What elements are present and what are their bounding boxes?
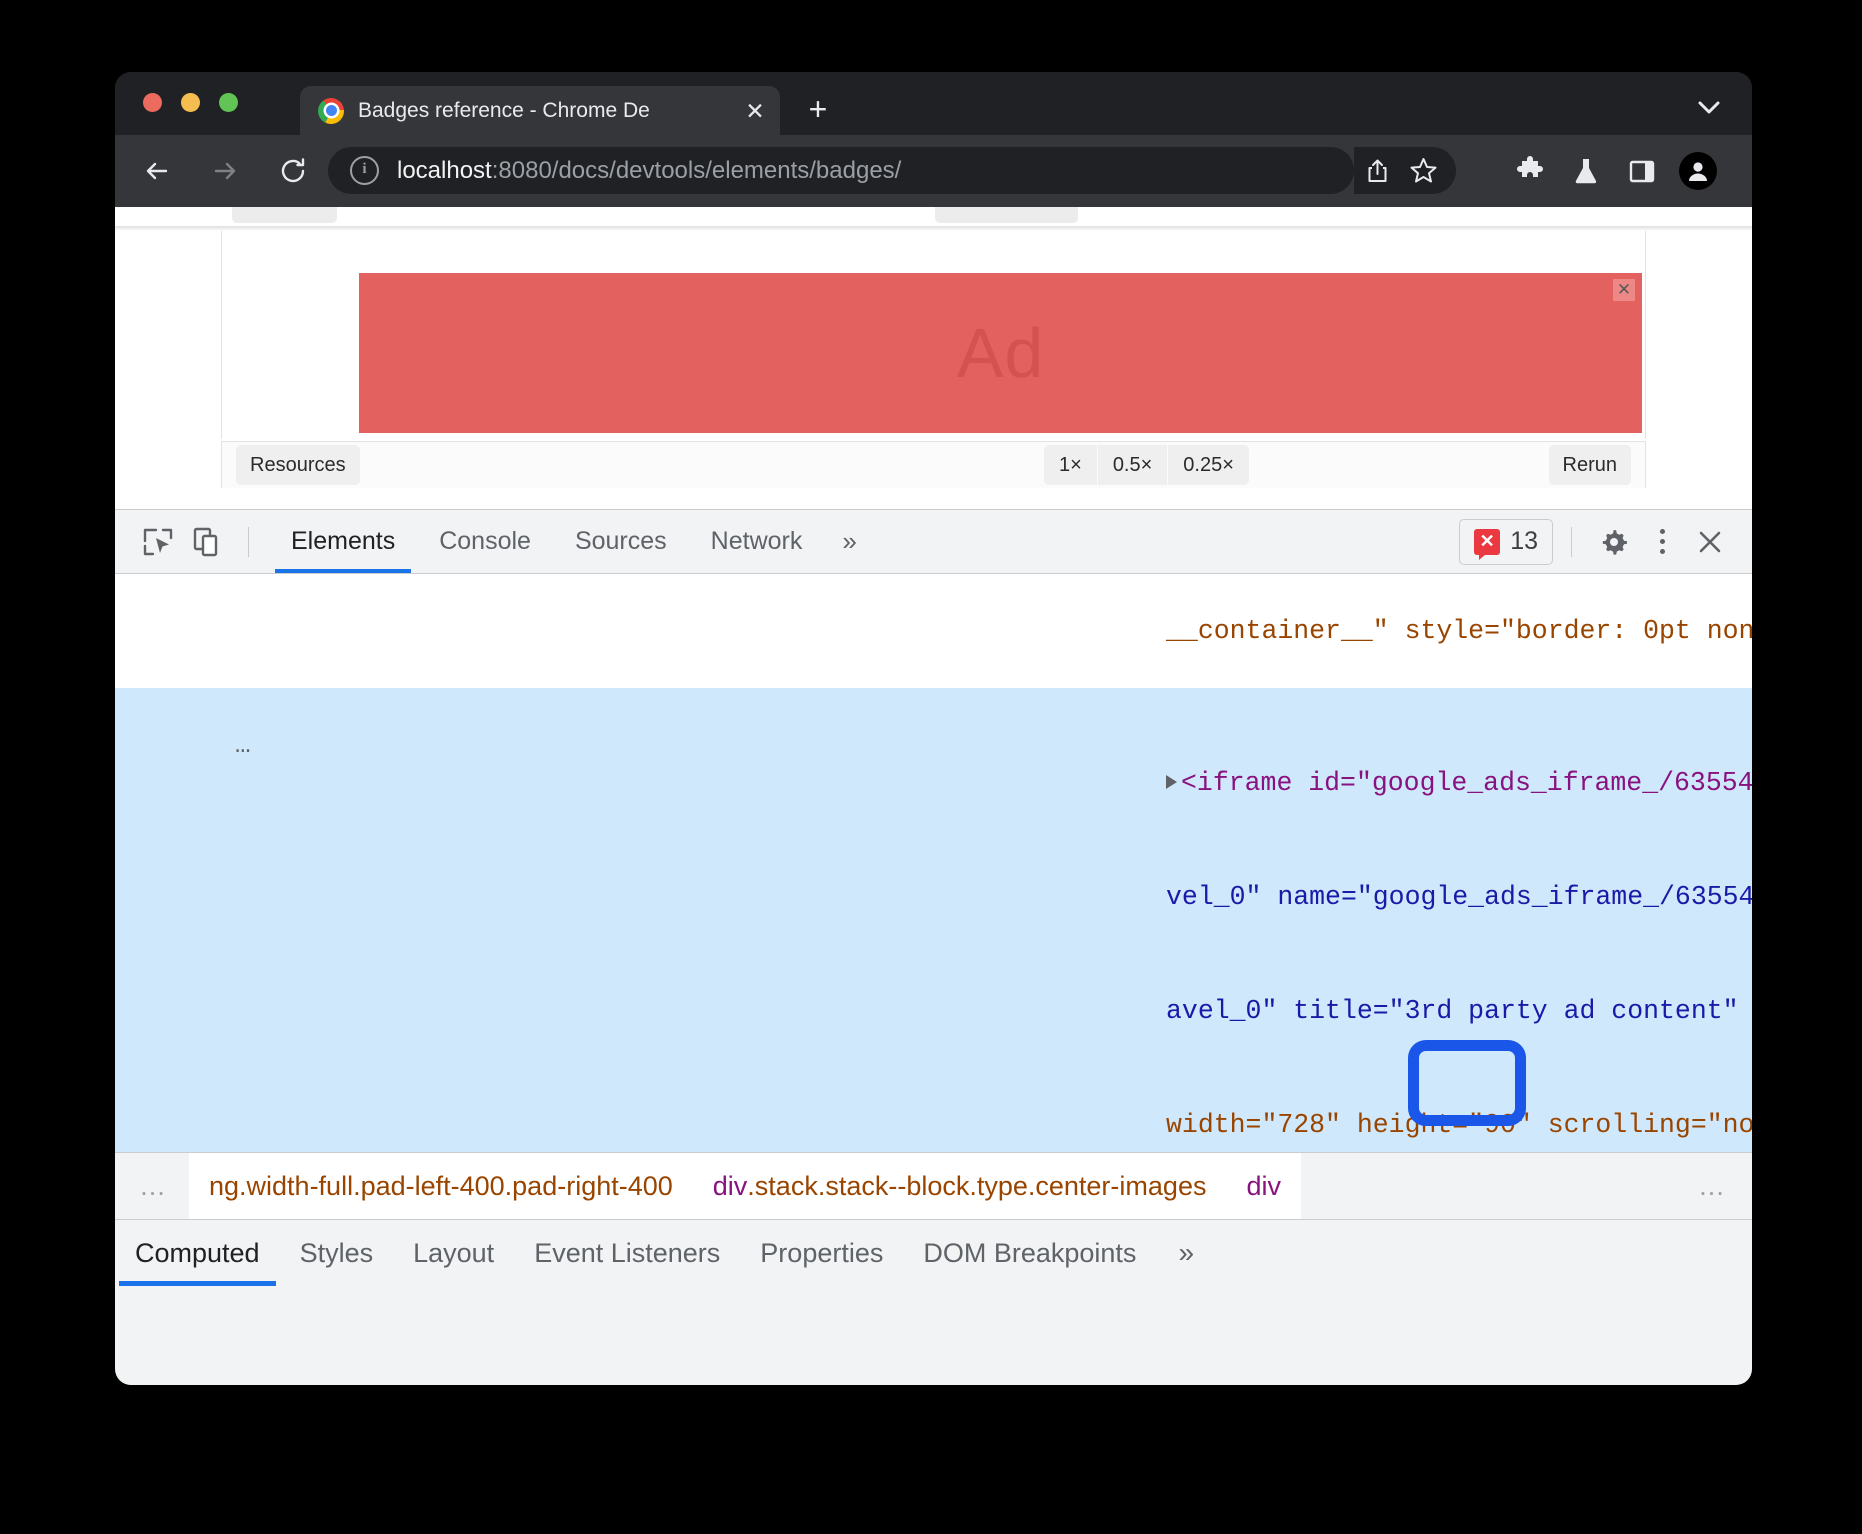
rerun-button[interactable]: Rerun [1549,445,1631,485]
sidebar-pane-tabs: Computed Styles Layout Event Listeners P… [115,1219,1752,1286]
page-viewport: Ad ✕ Resources 1× 0.5× 0.25× Rerun [115,207,1752,509]
dom-line[interactable]: __container__" style="border: 0pt none;"… [115,574,1752,688]
toolbar-divider-2 [1571,527,1572,557]
url-host: localhost [397,157,492,184]
window-traffic-lights [143,93,238,112]
reload-icon[interactable] [271,149,315,193]
dom-text: avel_0" title="3rd party ad content" [1166,996,1739,1026]
page-content-frame: Ad ✕ [221,231,1646,439]
tab-console[interactable]: Console [417,510,553,573]
viewport-top-strip [115,207,1752,227]
breadcrumb: … ng.width-full.pad-left-400.pad-right-4… [115,1152,1752,1219]
dom-line[interactable]: width="728" height="90" scrolling="no" [115,1068,1752,1152]
dom-tree[interactable]: __container__" style="border: 0pt none;"… [115,574,1752,1152]
dom-text: __container__" style="border: 0pt none;"… [1166,616,1752,646]
close-tab-icon[interactable]: ✕ [742,98,768,124]
kebab-dots-devtools [1660,529,1665,554]
gear-icon[interactable] [1590,518,1638,566]
error-count: 13 [1510,527,1538,556]
page-chip-middle [935,207,1078,223]
resources-button[interactable]: Resources [236,445,360,485]
dom-line[interactable]: vel_0" name="google_ads_iframe_/6355419/… [115,840,1752,954]
tab-styles[interactable]: Styles [280,1220,394,1286]
close-window-button[interactable] [143,93,162,112]
breadcrumb-item-0[interactable]: ng.width-full.pad-left-400.pad-right-400 [189,1153,693,1219]
forward-arrow-icon[interactable] [203,149,247,193]
url-path: :8080/docs/devtools/elements/badges/ [492,157,902,184]
chrome-browser-window: Badges reference - Chrome De ✕ + [115,72,1752,1385]
zoom-level-group: 1× 0.5× 0.25× [1044,445,1249,485]
tab-event-listeners[interactable]: Event Listeners [514,1220,740,1286]
inspect-element-icon[interactable] [134,518,182,566]
tab-computed[interactable]: Computed [115,1220,280,1286]
url-text: localhost:8080/docs/devtools/elements/ba… [397,157,901,185]
toolbar-divider [248,527,249,557]
tab-dom-breakpoints[interactable]: DOM Breakpoints [903,1220,1156,1286]
zoom-0.25x-button[interactable]: 0.25× [1168,445,1249,485]
breadcrumb-overflow-left[interactable]: … [115,1171,189,1202]
zoom-1x-button[interactable]: 1× [1044,445,1098,485]
bookmark-star-icon[interactable] [1400,148,1446,194]
dom-line-selected[interactable]: … <iframe id="google_ads_iframe_/6355419… [115,688,1752,840]
tab-title: Badges reference - Chrome De [358,99,742,123]
kebab-dots [1752,158,1753,183]
screenshot-root: Badges reference - Chrome De ✕ + [0,0,1862,1534]
breadcrumb-item-2[interactable]: div [1226,1153,1301,1219]
breadcrumb-item-1[interactable]: div.stack.stack--block.type.center-image… [693,1153,1227,1219]
browser-tab[interactable]: Badges reference - Chrome De ✕ [300,86,780,135]
devtools-menu-icon[interactable] [1638,518,1686,566]
more-panes-icon[interactable]: » [1156,1220,1216,1286]
profile-avatar-icon[interactable] [1673,147,1723,194]
minimize-window-button[interactable] [181,93,200,112]
dom-text: width="728" height="90" scrolling="no" [1166,1110,1752,1140]
breadcrumb-overflow-right[interactable]: … [1674,1171,1752,1202]
tab-sources[interactable]: Sources [553,510,689,573]
ad-banner[interactable]: Ad ✕ [359,273,1642,433]
chevron-down-icon[interactable] [1692,92,1726,122]
devtools-toolbar-right: ✕ 13 [1459,518,1752,566]
three-dot-menu-icon[interactable] [1729,147,1752,194]
tab-properties[interactable]: Properties [740,1220,903,1286]
ad-banner-label: Ad [957,313,1045,393]
close-icon[interactable] [1686,518,1734,566]
address-bar[interactable]: i localhost:8080/docs/devtools/elements/… [328,147,1354,194]
share-icon[interactable] [1354,148,1400,194]
labs-flask-icon[interactable] [1561,147,1611,194]
dom-line[interactable]: avel_0" title="3rd party ad content" [115,954,1752,1068]
avatar [1679,152,1717,190]
collapsed-siblings-button[interactable]: … [235,726,254,764]
page-chip-left [232,207,337,223]
error-count-badge[interactable]: ✕ 13 [1459,519,1553,565]
tab-elements[interactable]: Elements [269,510,417,573]
zoom-0.5x-button[interactable]: 0.5× [1098,445,1168,485]
extensions-puzzle-icon[interactable] [1505,147,1555,194]
resource-bar: Resources 1× 0.5× 0.25× Rerun [221,441,1646,488]
error-icon: ✕ [1474,529,1500,555]
tab-network[interactable]: Network [689,510,825,573]
breadcrumb-item-1-tag: div [713,1171,748,1202]
more-panels-icon[interactable]: » [824,526,874,557]
devtools-panel-tabs: Elements Console Sources Network [269,510,824,573]
expand-arrow-icon[interactable] [1166,775,1177,789]
maximize-window-button[interactable] [219,93,238,112]
devtools-panel: Elements Console Sources Network » ✕ 13 [115,509,1752,1385]
devtools-toolbar: Elements Console Sources Network » ✕ 13 [115,510,1752,574]
ad-close-icon[interactable]: ✕ [1613,279,1635,301]
tab-layout[interactable]: Layout [393,1220,514,1286]
browser-toolbar: i localhost:8080/docs/devtools/elements/… [115,135,1752,207]
dom-text: vel_0" name="google_ads_iframe_/6355419/… [1166,882,1752,912]
new-tab-button[interactable]: + [798,89,838,129]
dom-text: <iframe id="google_ads_iframe_/6355419/T… [1181,768,1752,798]
breadcrumb-item-1-classes: .stack.stack--block.type.center-images [747,1171,1206,1202]
side-panel-icon[interactable] [1617,147,1667,194]
tab-strip: Badges reference - Chrome De ✕ + [115,72,1752,135]
browser-toolbar-right [1505,147,1752,194]
back-arrow-icon[interactable] [135,149,179,193]
chrome-logo-icon [318,98,344,124]
site-info-icon[interactable]: i [350,156,379,185]
device-toolbar-icon[interactable] [182,518,230,566]
omnibox-actions [1354,147,1456,194]
